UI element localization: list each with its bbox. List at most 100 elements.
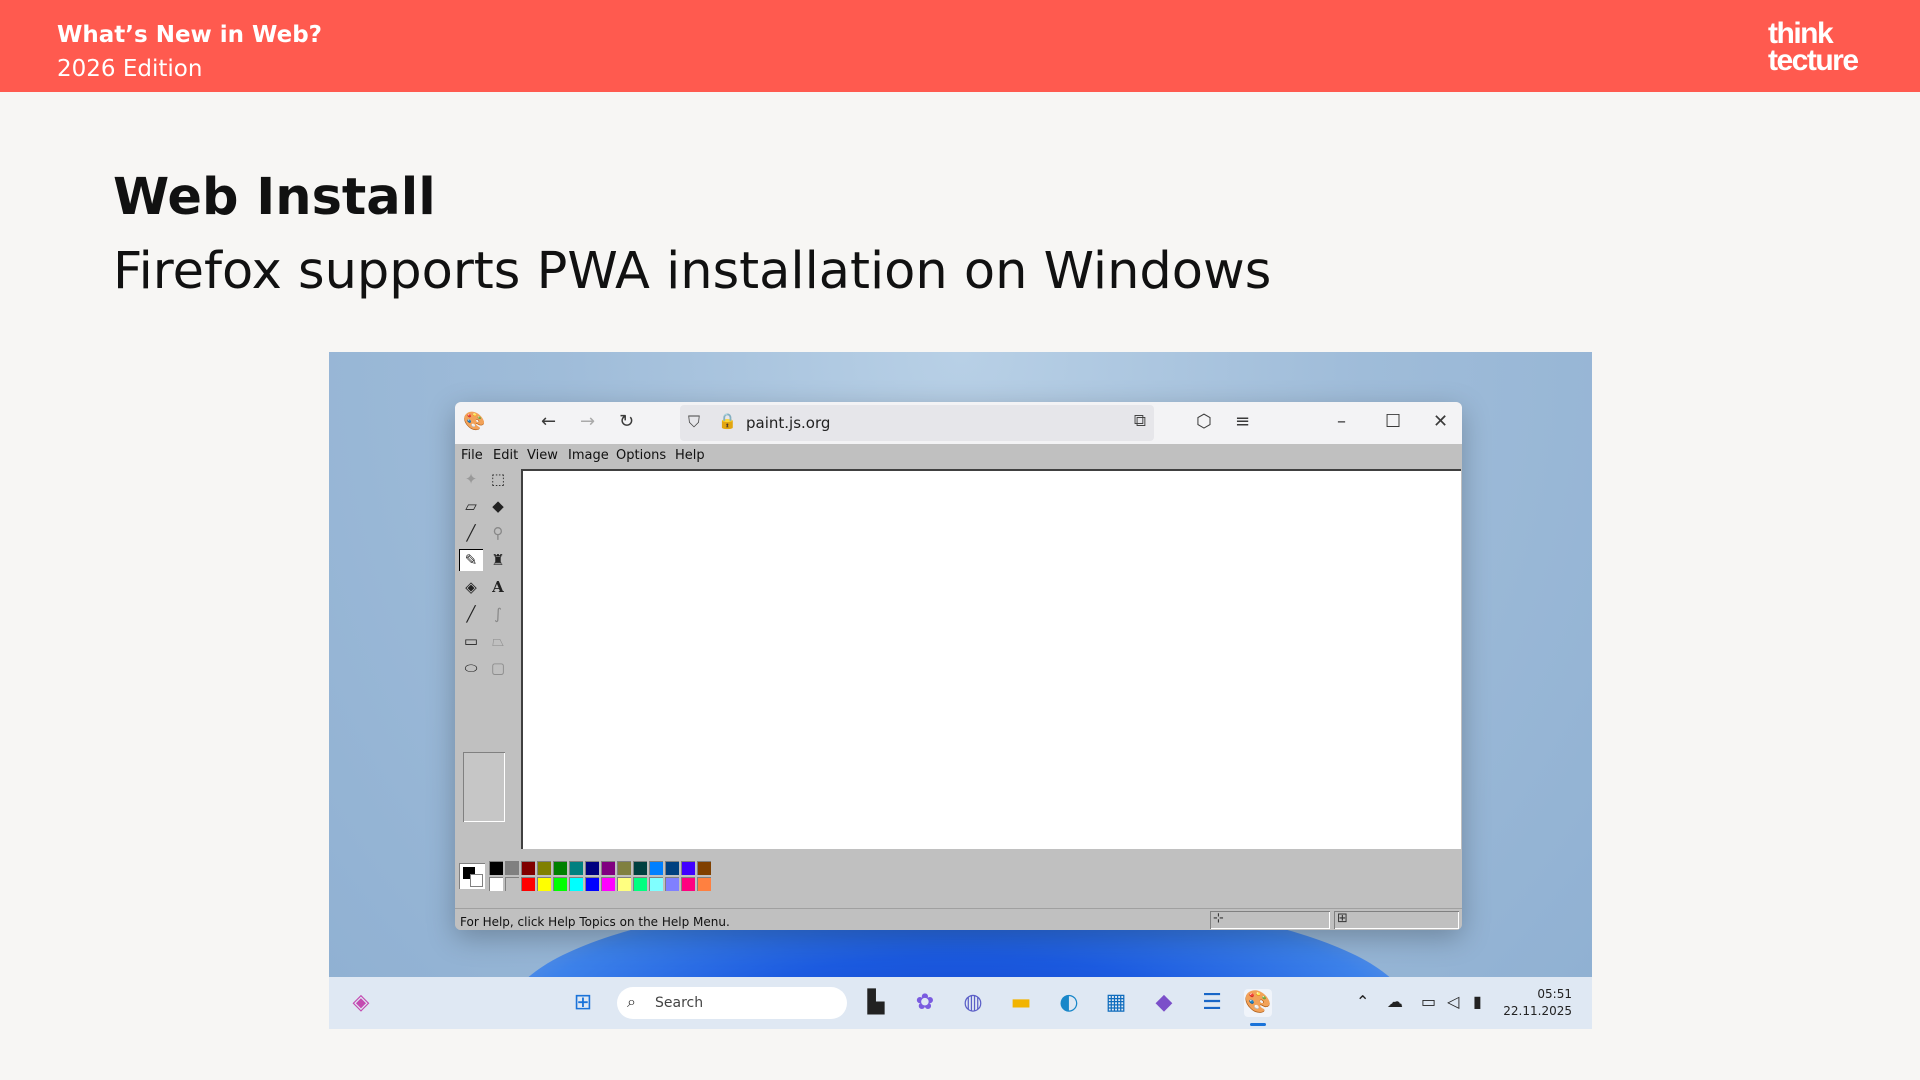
palette-swatch[interactable]	[681, 861, 695, 875]
palette-swatch[interactable]	[601, 877, 615, 891]
volume-icon[interactable]: ◁	[1447, 992, 1459, 1011]
paint-toolbox: ✦ ⬚ ▱ ◆ ╱ ⚲ ✎ ♜ ◈ A ╱ ∫ ▭ ⏢ ⬭ ▢	[455, 468, 519, 848]
logo-line-2: tecture	[1768, 44, 1859, 77]
shield-icon[interactable]: ⛉	[688, 412, 700, 432]
palette-swatch[interactable]	[537, 877, 551, 891]
visual-studio-icon[interactable]: ◆	[1150, 989, 1178, 1017]
menu-options[interactable]: Options	[616, 448, 666, 463]
rect-select-icon[interactable]: ⬚	[486, 468, 510, 490]
minimize-icon[interactable]: –	[1337, 411, 1346, 432]
task-view-icon[interactable]: ▙	[862, 989, 890, 1017]
file-explorer-icon[interactable]: ▬	[1007, 989, 1035, 1017]
company-logo: think tecture	[1768, 17, 1859, 77]
palette-swatch[interactable]	[697, 861, 711, 875]
fill-icon[interactable]: ◆	[486, 495, 510, 517]
free-select-icon[interactable]: ✦	[459, 468, 483, 490]
palette-swatch[interactable]	[505, 861, 519, 875]
back-icon[interactable]: ←	[541, 411, 556, 432]
rectangle-icon[interactable]: ▭	[459, 630, 483, 652]
color-picker-icon[interactable]: ╱	[459, 522, 483, 544]
polygon-icon[interactable]: ⏢	[486, 630, 510, 652]
magnifier-icon[interactable]: ⚲	[486, 522, 510, 544]
drawing-canvas[interactable]	[521, 469, 1461, 849]
palette-swatch[interactable]	[649, 861, 663, 875]
color-palette	[455, 852, 1462, 900]
battery-icon[interactable]: ▮	[1473, 992, 1482, 1011]
palette-swatch[interactable]	[521, 861, 535, 875]
palette-swatch[interactable]	[617, 877, 631, 891]
search-label: Search	[655, 995, 704, 1011]
slide-header: What’s New in Web? 2026 Edition think te…	[0, 0, 1920, 92]
curve-icon[interactable]: ∫	[486, 603, 510, 625]
rounded-rect-icon[interactable]: ▢	[486, 657, 510, 679]
palette-swatch[interactable]	[537, 861, 551, 875]
maximize-icon[interactable]: ☐	[1385, 411, 1401, 432]
close-icon[interactable]: ✕	[1433, 411, 1448, 432]
edge-icon[interactable]: ◐	[1055, 989, 1083, 1017]
palette-swatch[interactable]	[585, 877, 599, 891]
text-icon[interactable]: A	[486, 576, 510, 598]
menu-view[interactable]: View	[527, 448, 558, 463]
eraser-icon[interactable]: ▱	[459, 495, 483, 517]
cursor-position-icon: ⊹	[1213, 911, 1224, 926]
reload-icon[interactable]: ↻	[619, 411, 634, 432]
firefox-titlebar: 🎨 ← → ↻ ⛉ 🔒 paint.js.org ⧉ ⬡ ≡ – ☐ ✕	[455, 402, 1462, 444]
network-icon[interactable]: ▭	[1421, 992, 1436, 1011]
palette-swatch[interactable]	[521, 877, 535, 891]
azure-data-studio-icon[interactable]: ☰	[1198, 989, 1226, 1017]
search-icon: ⌕	[627, 992, 636, 1011]
palette-swatch[interactable]	[601, 861, 615, 875]
palette-swatch[interactable]	[553, 861, 567, 875]
start-icon[interactable]: ⊞	[569, 989, 597, 1017]
palette-swatch[interactable]	[585, 861, 599, 875]
palette-swatch[interactable]	[633, 861, 647, 875]
onedrive-icon[interactable]: ☁	[1387, 992, 1403, 1011]
palette-swatch[interactable]	[553, 877, 567, 891]
paint-app-icon: 🎨	[463, 411, 486, 432]
url-text[interactable]: paint.js.org	[746, 414, 830, 432]
event-title: What’s New in Web?	[57, 22, 323, 48]
tray-overflow-icon[interactable]: ⌃	[1356, 992, 1369, 1011]
palette-swatch[interactable]	[569, 861, 583, 875]
menu-help[interactable]: Help	[675, 448, 705, 463]
logo-line-1: think	[1768, 17, 1834, 50]
event-edition: 2026 Edition	[57, 56, 203, 82]
taskbar-search[interactable]: ⌕ Search	[617, 987, 847, 1019]
palette-swatch[interactable]	[649, 877, 663, 891]
palette-swatch[interactable]	[665, 861, 679, 875]
menu-file[interactable]: File	[461, 448, 483, 463]
forward-icon[interactable]: →	[580, 411, 595, 432]
pencil-icon[interactable]: ✎	[459, 549, 483, 571]
install-app-icon[interactable]: ⧉	[1134, 411, 1146, 431]
paint-taskbar-icon[interactable]: 🎨	[1244, 989, 1272, 1017]
copilot-icon[interactable]: ✿	[911, 989, 939, 1017]
palette-swatch[interactable]	[569, 877, 583, 891]
lock-icon[interactable]: 🔒	[718, 412, 737, 430]
ellipse-icon[interactable]: ⬭	[459, 657, 483, 679]
palette-swatch[interactable]	[489, 861, 503, 875]
menu-image[interactable]: Image	[568, 448, 609, 463]
store-icon[interactable]: ▦	[1102, 989, 1130, 1017]
palette-swatch[interactable]	[697, 877, 711, 891]
copilot-widget-icon[interactable]: ◈	[347, 989, 375, 1017]
address-bar[interactable]: ⛉ 🔒 paint.js.org ⧉	[680, 405, 1154, 441]
slide-title: Web Install	[113, 168, 436, 227]
palette-swatch[interactable]	[681, 877, 695, 891]
teams-icon[interactable]: ◍	[959, 989, 987, 1017]
taskbar-clock[interactable]: 05:51 22.11.2025	[1503, 986, 1572, 1020]
tool-options-box[interactable]	[463, 752, 505, 822]
airbrush-icon[interactable]: ◈	[459, 576, 483, 598]
current-colors[interactable]	[459, 863, 485, 889]
extensions-icon[interactable]: ⬡	[1196, 411, 1212, 432]
palette-swatch[interactable]	[617, 861, 631, 875]
line-icon[interactable]: ╱	[459, 603, 483, 625]
clock-date: 22.11.2025	[1503, 1004, 1572, 1018]
palette-swatch[interactable]	[633, 877, 647, 891]
palette-swatch[interactable]	[665, 877, 679, 891]
paint-menubar: File Edit View Image Options Help	[455, 444, 1462, 466]
palette-swatch[interactable]	[489, 877, 503, 891]
menu-icon[interactable]: ≡	[1235, 411, 1250, 432]
brush-icon[interactable]: ♜	[486, 549, 510, 571]
menu-edit[interactable]: Edit	[493, 448, 518, 463]
palette-swatch[interactable]	[505, 877, 519, 891]
